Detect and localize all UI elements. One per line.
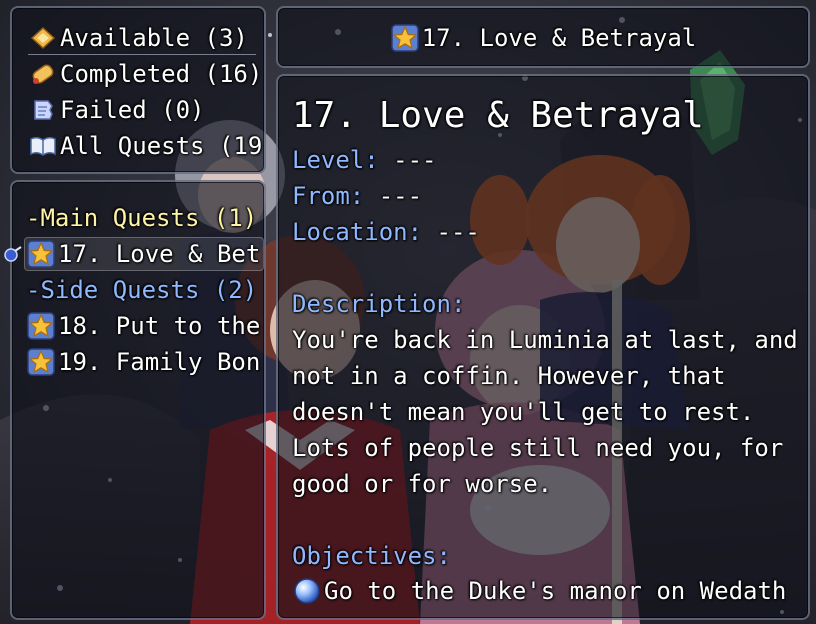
title-bar: 17. Love & Betrayal — [278, 20, 808, 56]
location-label: Location: — [292, 218, 423, 246]
side-quests-header[interactable]: -Side Quests (2) — [26, 272, 264, 308]
star-medal-icon — [26, 347, 56, 377]
category-label: Completed (16) — [60, 60, 263, 88]
from-label: From: — [292, 182, 365, 210]
category-window: Available (3) Completed (16) Failed (0) … — [10, 6, 266, 174]
scroll-open-icon — [28, 23, 58, 53]
objectives-label: Objectives: — [292, 542, 451, 570]
category-label: All Quests (19 — [60, 132, 263, 160]
title-bar-window: 17. Love & Betrayal — [276, 6, 810, 68]
category-completed[interactable]: Completed (16) — [28, 56, 264, 92]
objective-item: Go to the Duke's manor on Wedath — [292, 573, 786, 609]
quest-item-18[interactable]: 18. Put to the — [26, 308, 264, 344]
description-line: good or for worse. — [292, 470, 553, 498]
category-available[interactable]: Available (3) — [28, 20, 264, 56]
description-line: Lots of people still need you, for — [292, 434, 784, 462]
quest-item-label: 18. Put to the — [58, 312, 261, 340]
level-value: --- — [378, 146, 437, 174]
objective-text: Go to the Duke's manor on Wedath — [324, 577, 787, 605]
category-label: Failed (0) — [60, 96, 205, 124]
star-medal-icon — [390, 23, 420, 53]
quest-item-label: 19. Family Bon — [58, 348, 261, 376]
category-separator — [28, 54, 256, 55]
scroll-rolled-icon — [28, 59, 58, 89]
blue-orb-icon — [292, 576, 322, 606]
from-value: --- — [364, 182, 423, 210]
level-row: Level: --- — [292, 142, 437, 178]
quest-list-window: -Main Quests (1) 17. Love & Bet -Side Qu… — [10, 180, 266, 620]
star-medal-icon — [26, 239, 56, 269]
category-all[interactable]: All Quests (19 — [28, 128, 264, 164]
quest-item-17[interactable]: 17. Love & Bet — [26, 236, 264, 272]
description-line: doesn't mean you'll get to rest. — [292, 398, 755, 426]
level-label: Level: — [292, 146, 379, 174]
description-label: Description: — [292, 290, 466, 318]
torn-paper-icon — [28, 95, 58, 125]
main-quests-header[interactable]: -Main Quests (1) — [26, 200, 264, 236]
description-line: not in a coffin. However, that — [292, 362, 726, 390]
from-row: From: --- — [292, 178, 422, 214]
location-row: Location: --- — [292, 214, 480, 250]
category-label: Available (3) — [60, 24, 248, 52]
title-bar-text: 17. Love & Betrayal — [421, 24, 697, 52]
star-medal-icon — [26, 311, 56, 341]
quest-title: 17. Love & Betrayal — [292, 95, 704, 136]
category-failed[interactable]: Failed (0) — [28, 92, 264, 128]
selection-cursor-icon — [2, 244, 22, 264]
quest-item-label: 17. Love & Bet — [58, 240, 261, 268]
quest-detail-window: 17. Love & Betrayal Level: --- From: ---… — [276, 74, 810, 620]
quest-item-19[interactable]: 19. Family Bon — [26, 344, 264, 380]
location-value: --- — [422, 218, 480, 246]
open-book-icon — [28, 131, 58, 161]
description-line: You're back in Luminia at last, and — [292, 326, 798, 354]
